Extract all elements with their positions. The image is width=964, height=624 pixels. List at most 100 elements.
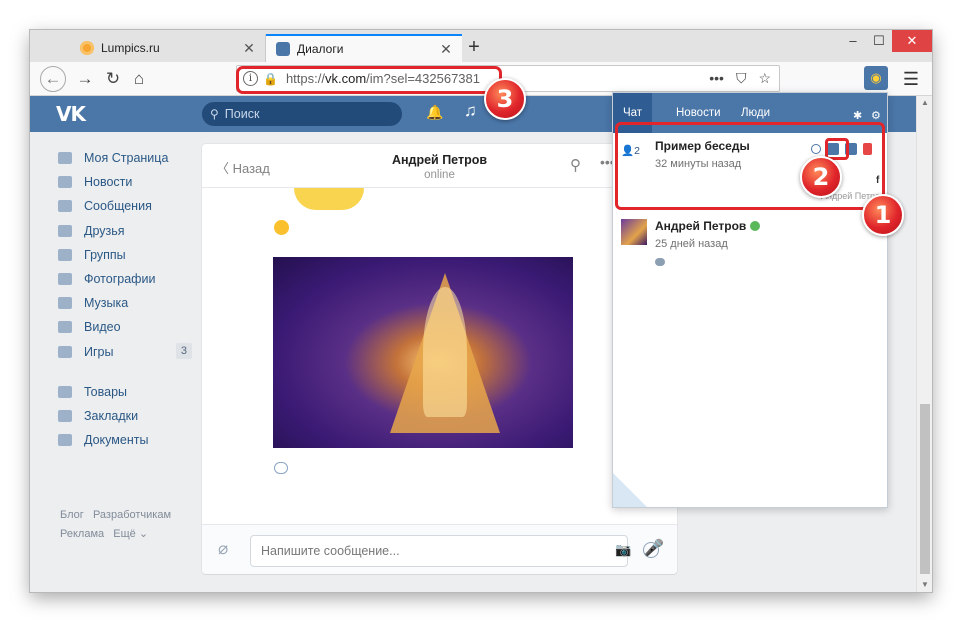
scroll-up-icon[interactable]: ▲ [917,96,932,110]
conversation-title: Андрей Петров [655,219,761,233]
message-bubble-icon [655,258,665,266]
browser-window: Lumpics.ru ✕ Диалоги ✕ + – ☐ ✕ ← → ↻ ⌂ i… [30,30,932,592]
menu-item-video[interactable]: Видео [58,315,192,339]
menu-label: Видео [84,320,121,335]
step-marker-3: 3 [484,78,526,120]
tab-dialogs[interactable]: Диалоги ✕ [266,34,462,62]
page-actions-icon[interactable]: ••• [709,70,724,87]
maximize-icon[interactable]: ☐ [868,30,890,52]
menu-item-groups[interactable]: Группы [58,243,192,267]
message-bubble-icon [274,462,288,474]
footer-ads-link[interactable]: Реклама [60,528,104,540]
camera-icon[interactable]: 📷 [615,542,631,558]
groups-icon [58,248,72,261]
menu-label: Документы [84,433,149,448]
verified-icon [750,221,761,231]
tree-glow [423,287,467,417]
menu-label: Товары [84,384,127,399]
menu-label: Музыка [84,296,129,311]
step-marker-1: 1 [862,194,904,236]
close-tab-icon[interactable]: ✕ [438,41,454,58]
menu-item-photos[interactable]: Фотографии [58,267,192,291]
lumpics-favicon-icon [80,41,94,55]
vk-extension-icon[interactable]: ◉ [864,66,888,90]
step-marker-2: 2 [800,156,842,198]
back-arrow-icon[interactable]: ← [40,66,66,92]
bookmark-star-icon[interactable]: ☆ [758,70,771,87]
pocket-icon[interactable]: ⛉ [736,70,747,87]
reload-icon[interactable]: ↻ [100,66,126,92]
conversation-item[interactable]: Андрей Петров 25 дней назад [613,213,887,293]
paperclip-icon[interactable]: ⌀ [218,539,228,559]
message-placeholder: Напишите сообщение... [261,544,400,558]
menu-item-messages[interactable]: Сообщения [58,194,192,218]
tab-people[interactable]: Люди [741,107,770,119]
vk-logo[interactable]: VK [56,102,86,126]
footer-more-link[interactable]: Ещё ⌄ [113,528,148,540]
menu-label: Фотографии [84,272,156,287]
menu-item-my-page[interactable]: Моя Страница [58,146,192,170]
menu-label: Закладки [84,408,139,423]
highlight-conversation [615,122,885,210]
conversation-title-text: Андрей Петров [655,219,747,233]
menu-label: Моя Страница [84,151,169,166]
page-scrollbar[interactable]: ▲ ▼ [916,96,932,592]
menu-label: Сообщения [84,199,152,214]
microphone-icon[interactable]: 🎤 [644,538,664,558]
scroll-thumb[interactable] [920,404,930,574]
screenshot-stage: Lumpics.ru ✕ Диалоги ✕ + – ☐ ✕ ← → ↻ ⌂ i… [0,0,964,624]
music-note-icon[interactable]: ♫ [464,101,477,121]
hamburger-menu-icon[interactable]: ☰ [898,66,924,92]
messages-icon [58,200,72,213]
chat-partner-status: online [424,169,455,181]
menu-separator [58,364,192,380]
video-icon [58,321,72,334]
conversation-time: 25 дней назад [655,238,728,250]
friends-icon [58,224,72,237]
games-icon [58,345,72,358]
minimize-icon[interactable]: – [842,30,864,52]
menu-item-documents[interactable]: Документы [58,428,192,452]
bug-icon[interactable]: ✱ [853,109,862,122]
tab-bar: Lumpics.ru ✕ Диалоги ✕ + – ☐ ✕ [30,30,932,62]
message-input[interactable]: Напишите сообщение... 📷 [250,535,659,567]
tab-news[interactable]: Новости [676,107,721,119]
menu-label: Новости [84,175,133,190]
menu-item-music[interactable]: Музыка [58,291,192,315]
star-icon [58,409,72,422]
tab-lumpics[interactable]: Lumpics.ru ✕ [70,34,266,62]
music-icon [58,297,72,310]
url-actions: ••• ⛉ ☆ [709,70,779,87]
notifications-bell-icon[interactable]: 🔔 [426,104,443,121]
menu-item-goods[interactable]: Товары [58,380,192,404]
chat-panel: 〈 Назад Андрей Петров online ⚲ ••• ⌀ Нап… [202,144,677,574]
search-placeholder: Поиск [224,107,260,121]
sticker-image [294,188,364,210]
games-count-badge: 3 [175,342,192,359]
news-icon [58,176,72,189]
vk-search-input[interactable]: ⚲ Поиск [202,102,402,126]
popup-corner-decoration [613,473,649,507]
close-tab-icon[interactable]: ✕ [241,40,257,57]
menu-item-games[interactable]: Игры 3 [58,340,192,364]
forward-arrow-icon[interactable]: → [72,66,98,92]
scroll-down-icon[interactable]: ▼ [917,578,932,592]
home-icon[interactable]: ⌂ [126,66,152,92]
menu-label: Друзья [84,223,125,238]
document-icon [58,434,72,447]
menu-label: Игры [84,344,114,359]
menu-item-bookmarks[interactable]: Закладки [58,404,192,428]
search-icon[interactable]: ⚲ [570,156,581,174]
footer-blog-link[interactable]: Блог [60,509,84,521]
gear-icon[interactable]: ⚙ [871,109,881,122]
home-icon [58,152,72,165]
camera-icon [58,273,72,286]
christmas-tree-photo[interactable] [273,257,573,448]
new-tab-button[interactable]: + [462,36,486,60]
close-window-icon[interactable]: ✕ [892,30,932,52]
highlight-address-bar [236,66,502,94]
menu-item-friends[interactable]: Друзья [58,219,192,243]
menu-item-news[interactable]: Новости [58,170,192,194]
footer-dev-link[interactable]: Разработчикам [93,509,171,521]
smile-emoji-icon [274,220,289,235]
